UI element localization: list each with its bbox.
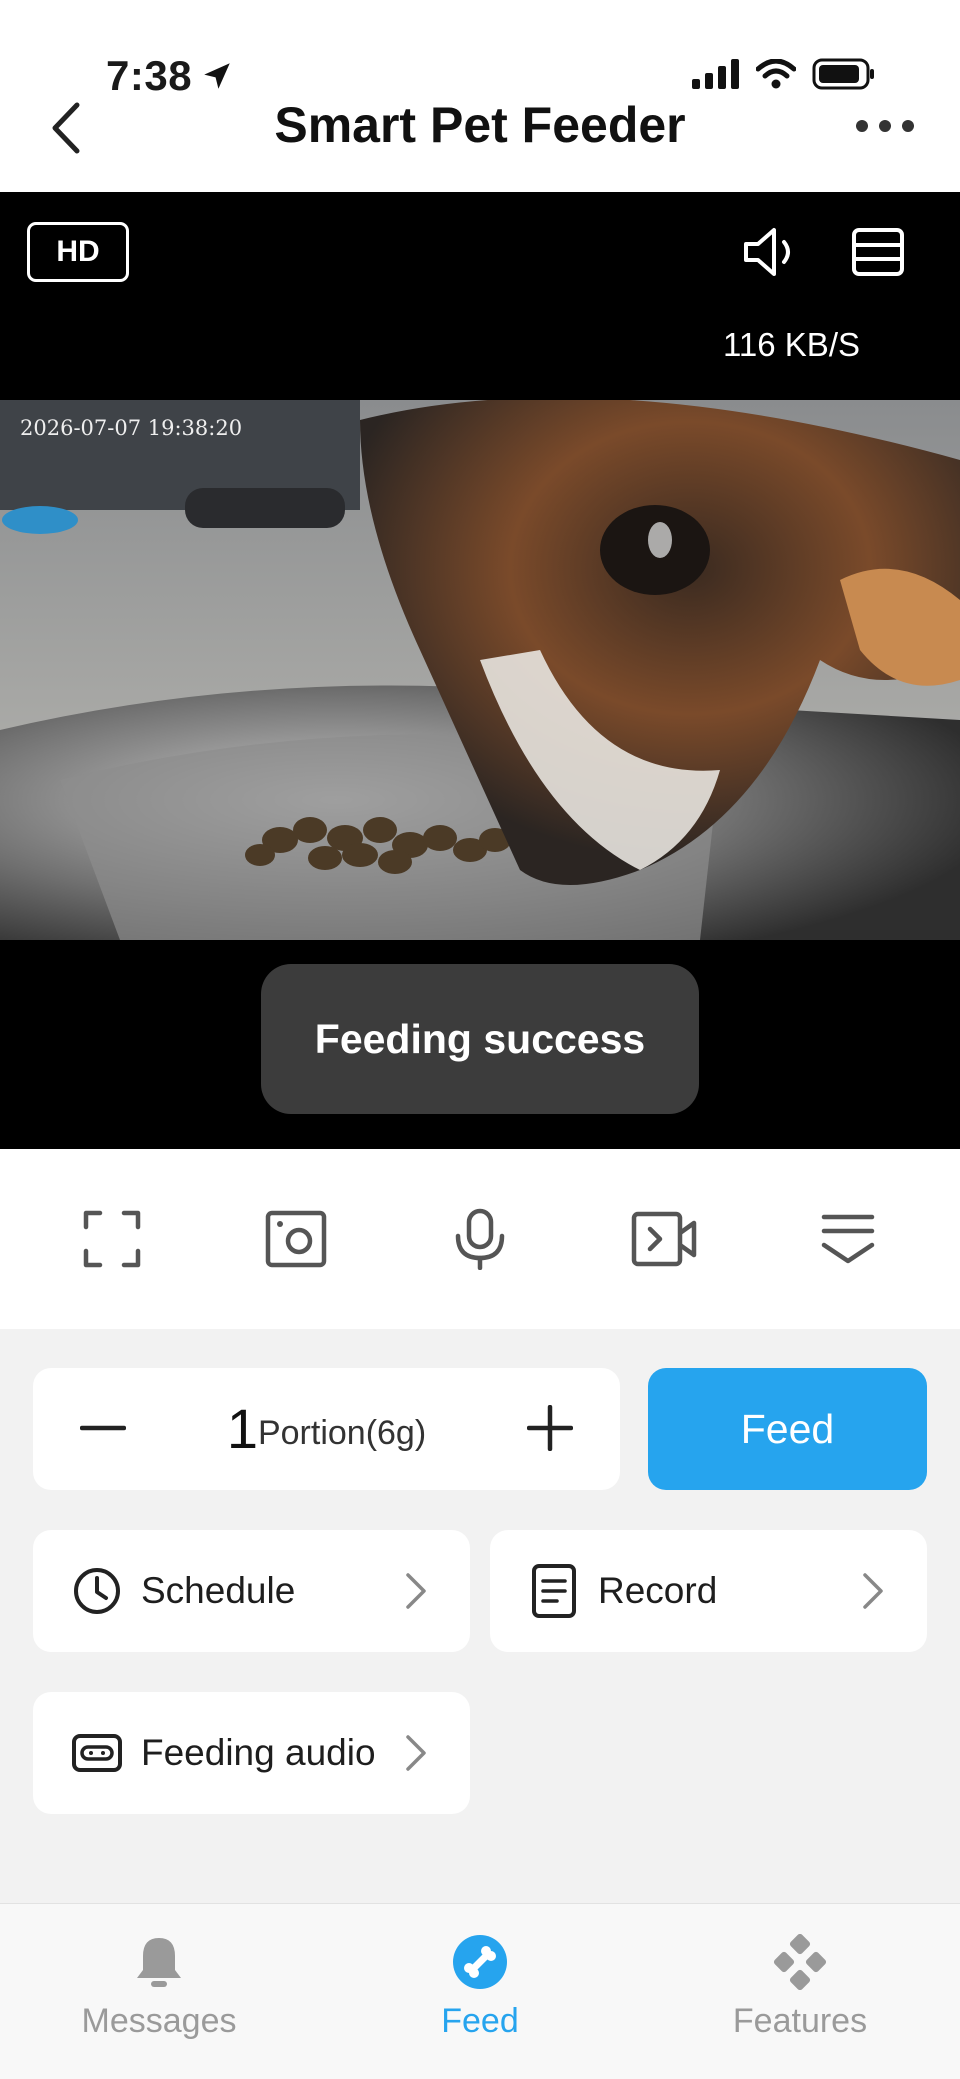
record-card[interactable]: Record xyxy=(490,1530,927,1652)
stream-speed: 116 KB/S xyxy=(723,326,860,363)
microphone-button[interactable] xyxy=(425,1184,535,1294)
record-video-icon xyxy=(631,1211,697,1267)
video-controls-toolbar xyxy=(0,1149,960,1329)
snapshot-icon xyxy=(265,1210,327,1268)
cellular-signal-icon xyxy=(692,59,739,89)
feeding-audio-label: Feeding audio xyxy=(141,1732,376,1773)
bottom-tab-bar: Messages Feed Features xyxy=(0,1903,960,2079)
plus-icon xyxy=(527,1405,573,1451)
clock-icon xyxy=(71,1565,123,1617)
schedule-label: Schedule xyxy=(141,1570,296,1611)
tab-messages[interactable]: Messages xyxy=(19,1932,299,2041)
camera-feed[interactable]: 2026-07-07 19:38:20 xyxy=(0,400,960,940)
audio-tape-icon xyxy=(71,1727,123,1779)
record-label: Record xyxy=(598,1570,718,1611)
tab-features[interactable]: Features xyxy=(660,1932,940,2041)
feed-button[interactable]: Feed xyxy=(648,1368,927,1490)
top-bar: 7:38 Smart Pet Feeder xyxy=(0,0,960,192)
fullscreen-button[interactable] xyxy=(57,1184,167,1294)
status-time: 7:38 xyxy=(106,52,234,100)
increase-portion-button[interactable] xyxy=(520,1398,580,1458)
portion-count: 1 xyxy=(226,1397,258,1460)
bell-icon xyxy=(129,1932,189,1992)
chevron-right-icon xyxy=(853,1565,893,1617)
more-dots-icon xyxy=(856,120,914,132)
microphone-icon xyxy=(455,1208,505,1270)
features-grid-icon xyxy=(770,1932,830,1992)
record-video-button[interactable] xyxy=(609,1184,719,1294)
feeding-audio-card[interactable]: Feeding audio xyxy=(33,1692,470,1814)
hd-quality-button[interactable]: HD xyxy=(27,222,129,282)
video-panel: HD 116 KB/S 2026-07-07 19:38:20 Feeding … xyxy=(0,192,960,1149)
speaker-button[interactable] xyxy=(740,224,800,280)
layout-icon xyxy=(852,228,904,276)
page-title: Smart Pet Feeder xyxy=(274,97,686,153)
portion-unit: Portion(6g) xyxy=(257,1414,427,1452)
schedule-card[interactable]: Schedule xyxy=(33,1530,470,1652)
status-time-text: 7:38 xyxy=(106,52,193,99)
document-icon xyxy=(528,1564,580,1618)
snapshot-button[interactable] xyxy=(241,1184,351,1294)
collapse-icon xyxy=(821,1214,875,1264)
chevron-right-icon xyxy=(396,1565,436,1617)
camera-image xyxy=(0,400,960,940)
location-arrow-icon xyxy=(204,63,230,89)
chevron-left-icon xyxy=(52,102,80,154)
layout-toggle-button[interactable] xyxy=(850,226,906,278)
battery-icon xyxy=(812,58,874,90)
video-timestamp: 2026-07-07 19:38:20 xyxy=(20,416,243,440)
wifi-icon xyxy=(756,59,796,89)
tab-features-label: Features xyxy=(732,2002,868,2040)
status-indicators xyxy=(692,58,876,90)
fullscreen-icon xyxy=(83,1210,141,1268)
tab-feed[interactable]: Feed xyxy=(340,1932,620,2041)
feeding-toast: Feeding success xyxy=(261,964,699,1114)
back-button[interactable] xyxy=(40,98,90,158)
portion-selector: 1Portion(6g) xyxy=(33,1368,620,1490)
bone-icon xyxy=(450,1932,510,1992)
speaker-icon xyxy=(744,228,790,276)
collapse-controls-button[interactable] xyxy=(793,1184,903,1294)
tab-messages-label: Messages xyxy=(81,2002,237,2040)
chevron-right-icon xyxy=(396,1727,436,1779)
tab-feed-label: Feed xyxy=(441,2002,519,2040)
more-options-button[interactable] xyxy=(850,104,920,148)
